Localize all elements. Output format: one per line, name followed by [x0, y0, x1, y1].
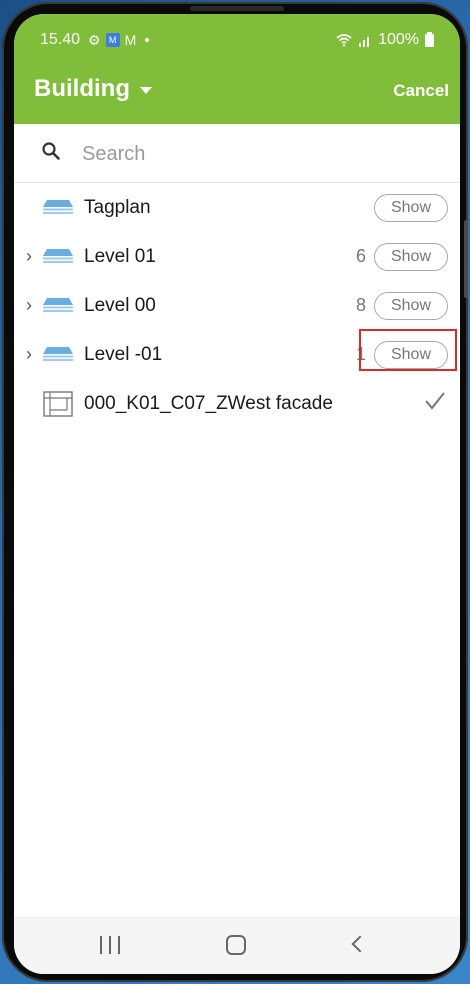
list-item-label: Tagplan — [84, 197, 151, 218]
chevron-right-icon[interactable]: › — [26, 296, 32, 314]
chevron-right-icon[interactable]: › — [26, 345, 32, 363]
list-item-count: 8 — [355, 295, 366, 315]
show-button[interactable]: Show — [374, 292, 448, 320]
list-item-label: 000_K01_C07_ZWest facade — [84, 393, 333, 414]
back-icon[interactable] — [351, 935, 369, 953]
level-stack-icon — [43, 249, 73, 263]
list-item-count: 6 — [355, 246, 366, 266]
list-item-label: Level 01 — [84, 246, 156, 267]
list-item-label: Level -01 — [84, 344, 163, 365]
battery-text: 100% — [378, 31, 419, 48]
level-stack-icon — [43, 298, 73, 312]
chevron-right-icon[interactable]: › — [26, 247, 32, 265]
cancel-button[interactable]: Cancel — [393, 81, 449, 101]
recent-apps-icon[interactable] — [100, 936, 120, 954]
phone-speaker — [190, 6, 284, 11]
status-right-icons: 100% — [336, 31, 434, 48]
list-item-level-01[interactable]: › Level 01 6 Show — [14, 233, 460, 281]
signal-icon — [359, 36, 370, 47]
show-button[interactable]: Show — [374, 341, 448, 369]
list-item-tagplan[interactable]: Tagplan Show — [14, 184, 460, 232]
search-bar — [14, 124, 460, 183]
phone-frame: 15.40 ⚙ M M 100% Building Cancel Search … — [2, 2, 468, 982]
building-dropdown[interactable]: Building — [34, 75, 152, 103]
mail-icon: M — [124, 32, 137, 48]
level-stack-icon — [43, 347, 73, 361]
caret-down-icon — [139, 86, 152, 94]
search-input[interactable] — [80, 138, 424, 170]
sheet-icon — [43, 391, 73, 417]
battery-icon — [425, 31, 434, 47]
status-bar: 15.40 ⚙ M M 100% — [14, 14, 460, 54]
level-stack-icon — [43, 200, 73, 214]
checkmark-icon — [425, 392, 445, 410]
system-nav-bar — [14, 917, 460, 974]
screen: 15.40 ⚙ M M 100% Building Cancel Search … — [14, 14, 460, 974]
list-item-level-minus-01[interactable]: › Level -01 1 Show — [14, 329, 460, 379]
list-item-sheet[interactable]: 000_K01_C07_ZWest facade — [14, 380, 460, 428]
wifi-icon — [336, 34, 352, 47]
dot-icon — [145, 38, 150, 42]
list-item-count: 1 — [355, 344, 366, 364]
show-button[interactable]: Show — [374, 194, 448, 222]
home-icon[interactable] — [226, 935, 246, 955]
search-icon — [42, 142, 60, 160]
list-item-label: Level 00 — [84, 295, 156, 316]
list-item-level-00[interactable]: › Level 00 8 Show — [14, 282, 460, 330]
side-button — [464, 220, 468, 298]
status-left-icons: ⚙ M M — [88, 32, 150, 48]
status-time: 15.40 — [40, 31, 81, 48]
gear-icon: ⚙ — [88, 32, 101, 48]
app-bar: Building Cancel — [14, 54, 460, 124]
app-bar-title: Building — [34, 75, 130, 102]
show-button[interactable]: Show — [374, 243, 448, 271]
app-notification-icon: M — [105, 33, 120, 47]
